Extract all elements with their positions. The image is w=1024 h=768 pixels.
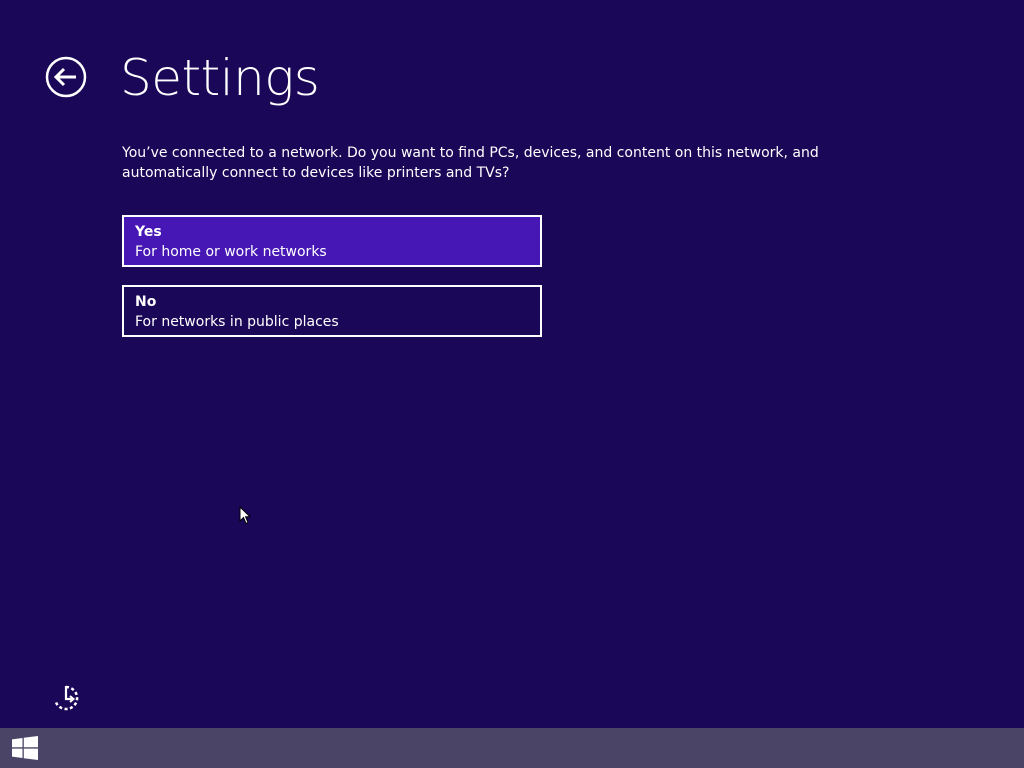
option-yes-button[interactable]: Yes For home or work networks	[122, 215, 542, 267]
windows-logo-icon	[12, 736, 38, 760]
option-no-title: No	[135, 294, 157, 310]
start-button[interactable]	[12, 736, 38, 760]
back-button[interactable]	[45, 56, 87, 98]
back-arrow-icon	[45, 56, 87, 98]
option-no-description: For networks in public places	[135, 314, 339, 330]
option-yes-title: Yes	[135, 224, 162, 240]
option-yes-description: For home or work networks	[135, 244, 327, 260]
ease-of-access-icon	[54, 685, 79, 711]
taskbar	[0, 728, 1024, 768]
ease-of-access-button[interactable]	[52, 684, 80, 712]
oobe-settings-screen: Settings You’ve connected to a network. …	[0, 0, 1024, 768]
mouse-pointer-icon	[239, 506, 251, 525]
option-no-button[interactable]: No For networks in public places	[122, 285, 542, 337]
network-sharing-question: You’ve connected to a network. Do you wa…	[122, 145, 819, 181]
page-title: Settings	[120, 49, 320, 107]
